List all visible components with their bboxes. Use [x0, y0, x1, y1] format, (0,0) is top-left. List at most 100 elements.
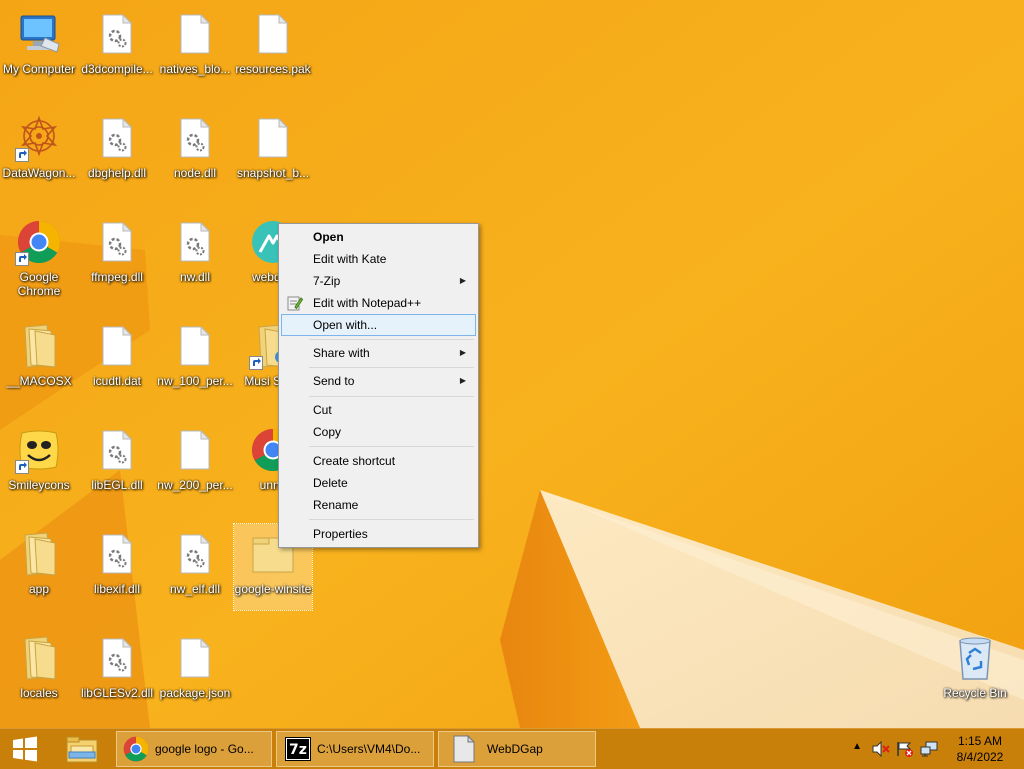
- icon-label: libGLESv2.dll: [80, 686, 154, 700]
- svg-text:7z: 7z: [289, 742, 307, 758]
- desktop-icon-ffmpeg[interactable]: ffmpeg.dll: [78, 212, 156, 312]
- icon-label: app: [28, 582, 50, 596]
- menu-item-label: Create shortcut: [313, 454, 396, 468]
- desktop-icon-my-computer[interactable]: My Computer: [0, 4, 78, 104]
- icon-label: locales: [20, 686, 58, 700]
- file-icon: [171, 634, 219, 682]
- menu-item-label: Edit with Kate: [313, 252, 387, 266]
- icon-label: package.json: [159, 686, 231, 700]
- menu-item-properties[interactable]: Properties: [281, 523, 476, 545]
- dll-file-icon: [93, 634, 141, 682]
- file-icon: [93, 322, 141, 370]
- desktop-icon-dbghelp[interactable]: dbghelp.dll: [78, 108, 156, 208]
- desktop-icon-d3dcompiler[interactable]: d3dcompile...: [78, 4, 156, 104]
- desktop-icon-package-json[interactable]: package.json: [156, 628, 234, 728]
- show-hidden-icons-icon[interactable]: ▲: [852, 741, 862, 752]
- desktop-icon-snapshot-blob[interactable]: snapshot_b...: [234, 108, 312, 208]
- menu-item-copy[interactable]: Copy: [281, 421, 476, 443]
- desktop-icon-icudtl[interactable]: icudtl.dat: [78, 316, 156, 416]
- desktop-icon-nw-200-percent[interactable]: nw_200_per...: [156, 420, 234, 520]
- menu-item-label: Delete: [313, 476, 348, 490]
- recycle-bin-icon: [951, 634, 999, 682]
- menu-item-rename[interactable]: Rename: [281, 494, 476, 516]
- menu-item-send-to[interactable]: Send to ▶: [281, 370, 476, 392]
- menu-item-share-with[interactable]: Share with ▶: [281, 342, 476, 364]
- desktop-icon-libexif[interactable]: libexif.dll: [78, 524, 156, 624]
- desktop-icon-recycle-bin[interactable]: Recycle Bin: [936, 628, 1014, 728]
- desktop-icon-app[interactable]: app: [0, 524, 78, 624]
- chrome-icon: [123, 736, 149, 762]
- desktop-icon-node-dll[interactable]: node.dll: [156, 108, 234, 208]
- file-explorer-button[interactable]: [56, 731, 108, 767]
- menu-item-open-with[interactable]: Open with...: [281, 314, 476, 336]
- icon-label: nw_200_per...: [157, 478, 233, 492]
- menu-item-label: Cut: [313, 403, 332, 417]
- icon-label: __MACOSX: [6, 374, 72, 388]
- webdgap-file-icon: [453, 735, 475, 763]
- smileycons-shortcut-icon: [15, 426, 63, 474]
- taskbar-button-chrome[interactable]: google logo - Go...: [116, 731, 272, 767]
- desktop-icon-smileycons[interactable]: Smileycons: [0, 420, 78, 520]
- menu-separator: [309, 519, 474, 520]
- taskbar: google logo - Go... 7z C:\Users\VM4\Do..…: [0, 728, 1024, 769]
- desktop-icon-nw-elf[interactable]: nw_elf.dll: [156, 524, 234, 624]
- desktop[interactable]: My Computer d3dcompile... natives_blo...…: [0, 0, 1024, 728]
- menu-separator: [309, 396, 474, 397]
- taskbar-button-webdgap[interactable]: WebDGap: [438, 731, 596, 767]
- menu-item-label: Send to: [313, 374, 355, 388]
- icon-label: libEGL.dll: [91, 478, 143, 492]
- dll-file-icon: [171, 218, 219, 266]
- icon-label: icudtl.dat: [92, 374, 142, 388]
- icon-label: node.dll: [173, 166, 217, 180]
- menu-item-label: Share with: [313, 346, 370, 360]
- desktop-icon-nw-100-percent[interactable]: nw_100_per...: [156, 316, 234, 416]
- desktop-icon-libegl[interactable]: libEGL.dll: [78, 420, 156, 520]
- menu-item-open[interactable]: Open: [281, 226, 476, 248]
- notepad-plus-plus-icon: [287, 296, 303, 311]
- menu-item-edit-with-kate[interactable]: Edit with Kate: [281, 248, 476, 270]
- icon-label: libexif.dll: [93, 582, 141, 596]
- my-computer-icon: [15, 10, 63, 58]
- dll-file-icon: [171, 530, 219, 578]
- desktop-icon-natives-blob[interactable]: natives_blo...: [156, 4, 234, 104]
- icon-label: nw_elf.dll: [169, 582, 221, 596]
- volume-muted-icon[interactable]: [872, 741, 890, 757]
- icon-label: My Computer: [2, 62, 76, 76]
- desktop-icon-datawagon[interactable]: DataWagon...: [0, 108, 78, 208]
- desktop-icon-locales[interactable]: locales: [0, 628, 78, 728]
- menu-item-label: Rename: [313, 498, 359, 512]
- desktop-icon-macosx[interactable]: __MACOSX: [0, 316, 78, 416]
- menu-item-delete[interactable]: Delete: [281, 472, 476, 494]
- submenu-arrow-icon: ▶: [459, 348, 466, 357]
- menu-item-cut[interactable]: Cut: [281, 399, 476, 421]
- menu-item-create-shortcut[interactable]: Create shortcut: [281, 450, 476, 472]
- dll-file-icon: [93, 10, 141, 58]
- icon-label: dbghelp.dll: [87, 166, 147, 180]
- menu-item-7zip[interactable]: 7-Zip ▶: [281, 270, 476, 292]
- network-icon[interactable]: [920, 741, 938, 757]
- shortcut-arrow-icon: [249, 356, 263, 370]
- menu-item-edit-with-notepad-plus-plus[interactable]: Edit with Notepad++: [281, 292, 476, 314]
- dll-file-icon: [93, 426, 141, 474]
- action-center-flag-icon[interactable]: [896, 741, 914, 757]
- icon-label: Recycle Bin: [943, 686, 1007, 700]
- datawagon-shortcut-icon: [15, 114, 63, 162]
- icon-label: google-winsite: [234, 582, 312, 596]
- folder-icon: [15, 322, 63, 370]
- desktop-icon-libglesv2[interactable]: libGLESv2.dll: [78, 628, 156, 728]
- clock[interactable]: 1:15 AM 8/4/2022: [950, 733, 1010, 765]
- icon-label: Google Chrome: [17, 270, 61, 298]
- menu-item-label: Open with...: [313, 318, 378, 332]
- menu-item-label: Open: [313, 230, 344, 244]
- context-menu: Open Edit with Kate 7-Zip ▶ Edit with No…: [278, 223, 479, 548]
- menu-item-label: 7-Zip: [313, 274, 341, 288]
- taskbar-button-7zip[interactable]: 7z C:\Users\VM4\Do...: [276, 731, 434, 767]
- folder-icon: [15, 634, 63, 682]
- icon-label: ffmpeg.dll: [91, 270, 143, 284]
- desktop-icon-google-chrome[interactable]: Google Chrome: [0, 212, 78, 312]
- start-button[interactable]: [4, 731, 46, 767]
- desktop-icon-nw-dll[interactable]: nw.dll: [156, 212, 234, 312]
- taskbar-button-label: google logo - Go...: [155, 742, 254, 756]
- desktop-icon-resources-pak[interactable]: resources.pak: [234, 4, 312, 104]
- shortcut-arrow-icon: [15, 460, 29, 474]
